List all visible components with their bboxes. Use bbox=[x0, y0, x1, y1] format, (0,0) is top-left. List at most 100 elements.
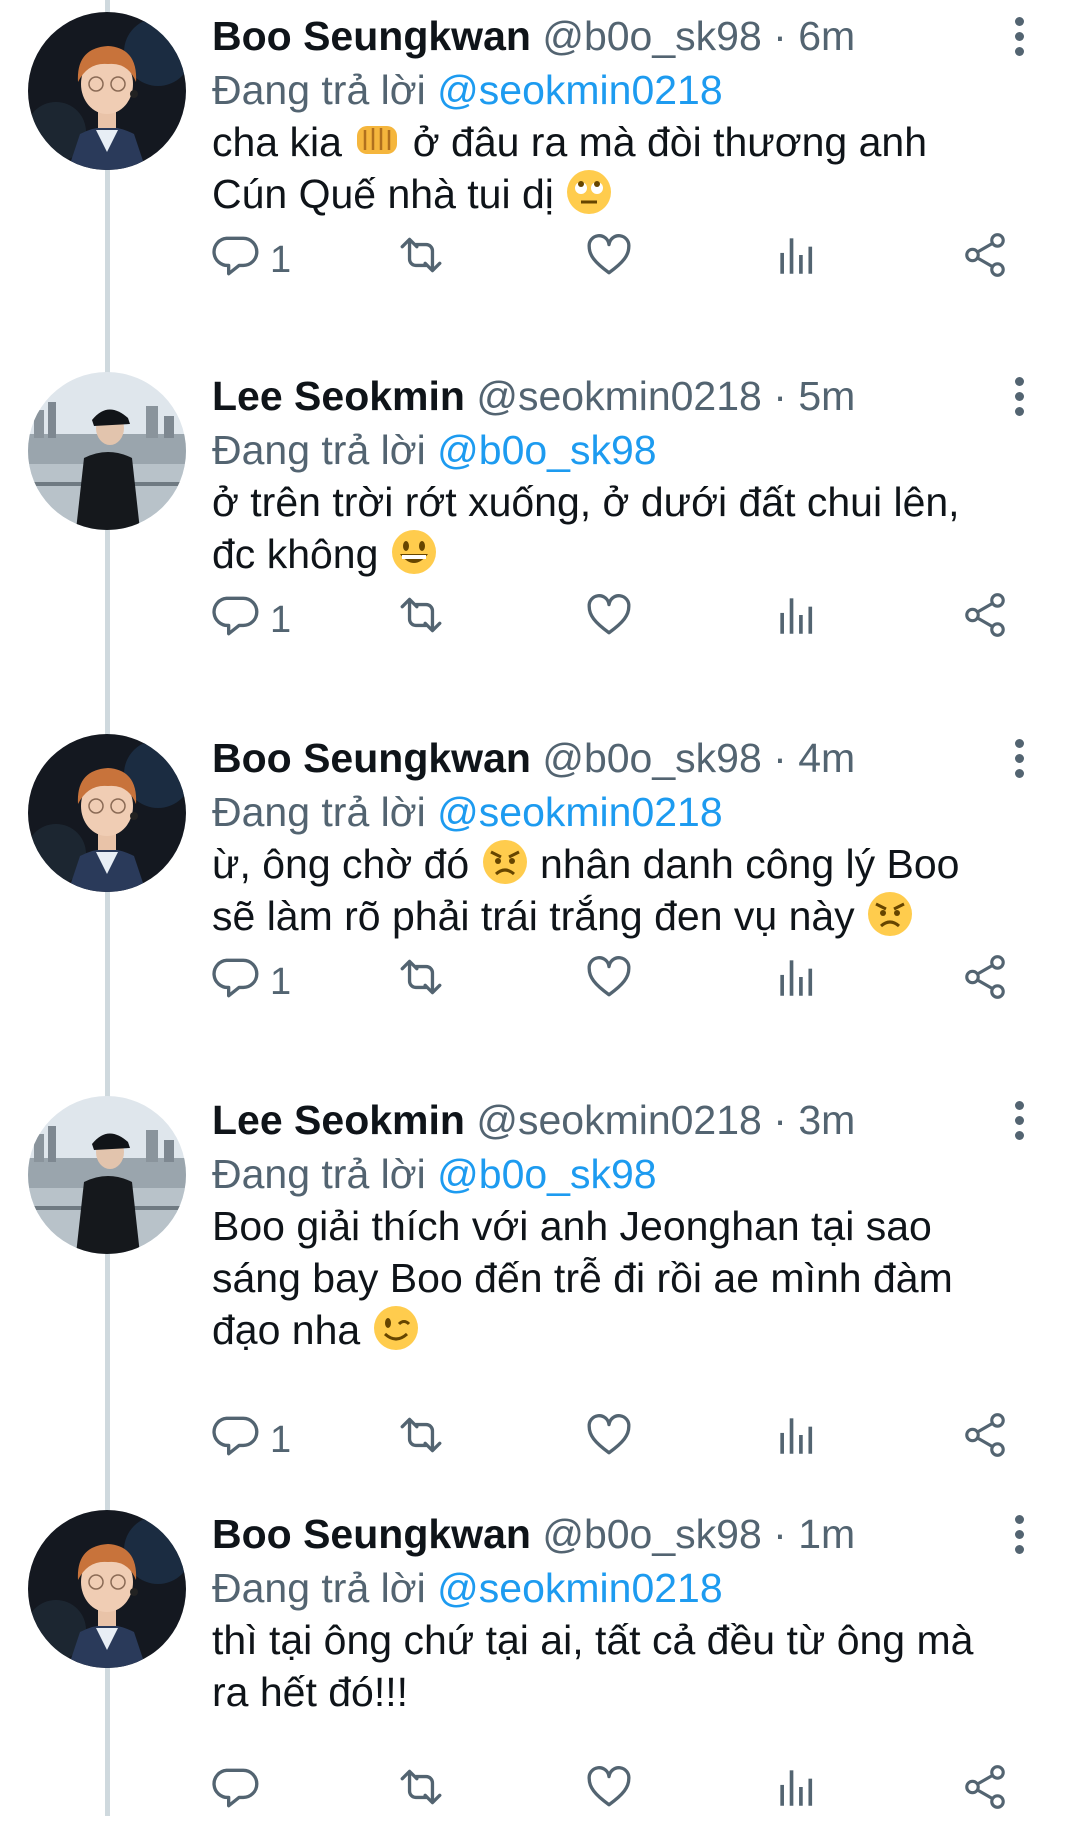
fist-emoji bbox=[353, 116, 401, 164]
replying-to: Đang trả lời @b0o_sk98 bbox=[212, 424, 657, 476]
share-button[interactable] bbox=[960, 590, 1010, 650]
angry-emoji bbox=[481, 838, 529, 886]
timestamp[interactable]: 1m bbox=[798, 1511, 855, 1557]
retweet-icon bbox=[396, 230, 446, 280]
replying-to: Đang trả lời @b0o_sk98 bbox=[212, 1148, 657, 1200]
user-handle[interactable]: @b0o_sk98 bbox=[542, 13, 761, 59]
mention-link[interactable]: @b0o_sk98 bbox=[437, 427, 656, 473]
share-button[interactable] bbox=[960, 230, 1010, 290]
tweet-text: ở trên trời rớt xuống, ở dưới đất chui l… bbox=[212, 476, 1032, 580]
tweet-text-line: ở trên trời rớt xuống, ở dưới đất chui l… bbox=[212, 479, 960, 525]
tweet-text-line: ra hết đó!!! bbox=[212, 1669, 409, 1715]
separator: · bbox=[773, 735, 787, 781]
like-button[interactable] bbox=[584, 590, 634, 650]
replying-to: Đang trả lời @seokmin0218 bbox=[212, 786, 723, 838]
reply-prefix: Đang trả lời bbox=[212, 789, 426, 835]
like-button[interactable] bbox=[584, 230, 634, 290]
retweet-icon bbox=[396, 952, 446, 1002]
like-button[interactable] bbox=[584, 1410, 634, 1470]
reply-prefix: Đang trả lời bbox=[212, 1151, 426, 1197]
user-handle[interactable]: @b0o_sk98 bbox=[542, 1511, 761, 1557]
tweet-header: Boo Seungkwan @b0o_sk98 · 1m bbox=[212, 1508, 940, 1560]
avatar[interactable] bbox=[28, 734, 186, 892]
analytics-button[interactable] bbox=[772, 952, 822, 1012]
timestamp[interactable]: 5m bbox=[798, 373, 855, 419]
avatar[interactable] bbox=[28, 12, 186, 170]
mention-link[interactable]: @seokmin0218 bbox=[437, 1565, 723, 1611]
mention-link[interactable]: @seokmin0218 bbox=[437, 67, 723, 113]
reply-button[interactable]: 1 bbox=[212, 1410, 291, 1470]
user-handle[interactable]: @seokmin0218 bbox=[476, 373, 762, 419]
timestamp[interactable]: 3m bbox=[798, 1097, 855, 1143]
mention-link[interactable]: @b0o_sk98 bbox=[437, 1151, 656, 1197]
mention-link[interactable]: @seokmin0218 bbox=[437, 789, 723, 835]
reply-icon bbox=[212, 230, 262, 280]
more-vertical-icon[interactable] bbox=[1004, 1512, 1034, 1562]
tweet-text: Boo giải thích với anh Jeonghan tại sao … bbox=[212, 1200, 1032, 1356]
reply-button[interactable]: 1 bbox=[212, 952, 291, 1012]
wink-emoji bbox=[372, 1304, 420, 1352]
display-name[interactable]: Boo Seungkwan bbox=[212, 1511, 531, 1557]
more-vertical-icon[interactable] bbox=[1004, 736, 1034, 786]
share-icon bbox=[960, 1410, 1010, 1460]
tweet-header: Boo Seungkwan @b0o_sk98 · 6m bbox=[212, 10, 940, 62]
heart-icon bbox=[584, 1762, 634, 1812]
retweet-button[interactable] bbox=[396, 590, 446, 650]
analytics-icon bbox=[772, 952, 822, 1002]
retweet-button[interactable] bbox=[396, 230, 446, 290]
share-icon bbox=[960, 230, 1010, 280]
like-button[interactable] bbox=[584, 952, 634, 1012]
reply-icon bbox=[212, 1762, 262, 1812]
reply-button[interactable] bbox=[212, 1762, 262, 1822]
analytics-button[interactable] bbox=[772, 230, 822, 290]
analytics-button[interactable] bbox=[772, 1762, 822, 1822]
user-handle[interactable]: @b0o_sk98 bbox=[542, 735, 761, 781]
more-vertical-icon[interactable] bbox=[1004, 1098, 1034, 1148]
tweet-text-line: nhân danh công lý Boo bbox=[540, 841, 960, 887]
tweet-actions: 1 bbox=[0, 1410, 1080, 1470]
like-button[interactable] bbox=[584, 1762, 634, 1822]
heart-icon bbox=[584, 590, 634, 640]
timestamp[interactable]: 4m bbox=[798, 735, 855, 781]
retweet-button[interactable] bbox=[396, 952, 446, 1012]
reply-button[interactable]: 1 bbox=[212, 230, 291, 290]
share-button[interactable] bbox=[960, 952, 1010, 1012]
separator: · bbox=[773, 1511, 787, 1557]
tweet-text: thì tại ông chứ tại ai, tất cả đều từ ôn… bbox=[212, 1614, 1032, 1718]
share-button[interactable] bbox=[960, 1762, 1010, 1822]
heart-icon bbox=[584, 952, 634, 1002]
reply-button[interactable]: 1 bbox=[212, 590, 291, 650]
reply-prefix: Đang trả lời bbox=[212, 427, 426, 473]
share-button[interactable] bbox=[960, 1410, 1010, 1470]
avatar[interactable] bbox=[28, 1510, 186, 1668]
user-handle[interactable]: @seokmin0218 bbox=[476, 1097, 762, 1143]
share-icon bbox=[960, 1762, 1010, 1812]
analytics-button[interactable] bbox=[772, 1410, 822, 1470]
analytics-icon bbox=[772, 1410, 822, 1460]
analytics-icon bbox=[772, 1762, 822, 1812]
tweet-text-line: đạo nha bbox=[212, 1307, 361, 1353]
analytics-button[interactable] bbox=[772, 590, 822, 650]
display-name[interactable]: Lee Seokmin bbox=[212, 1097, 465, 1143]
reply-icon bbox=[212, 1410, 262, 1460]
retweet-button[interactable] bbox=[396, 1410, 446, 1470]
avatar[interactable] bbox=[28, 372, 186, 530]
reply-icon bbox=[212, 952, 262, 1002]
reply-count: 1 bbox=[270, 1419, 292, 1461]
display-name[interactable]: Boo Seungkwan bbox=[212, 13, 531, 59]
display-name[interactable]: Lee Seokmin bbox=[212, 373, 465, 419]
timestamp[interactable]: 6m bbox=[798, 13, 855, 59]
more-vertical-icon[interactable] bbox=[1004, 374, 1034, 424]
more-vertical-icon[interactable] bbox=[1004, 14, 1034, 64]
reply-prefix: Đang trả lời bbox=[212, 1565, 426, 1611]
retweet-button[interactable] bbox=[396, 1762, 446, 1822]
analytics-icon bbox=[772, 590, 822, 640]
tweet-text-line: sẽ làm rõ phải trái trắng đen vụ này bbox=[212, 893, 855, 939]
reply-icon bbox=[212, 590, 262, 640]
angry-emoji bbox=[866, 890, 914, 938]
grinning-emoji bbox=[390, 528, 438, 576]
tweet-text-line: ở đâu ra mà đòi thương anh bbox=[412, 119, 928, 165]
display-name[interactable]: Boo Seungkwan bbox=[212, 735, 531, 781]
avatar[interactable] bbox=[28, 1096, 186, 1254]
share-icon bbox=[960, 952, 1010, 1002]
